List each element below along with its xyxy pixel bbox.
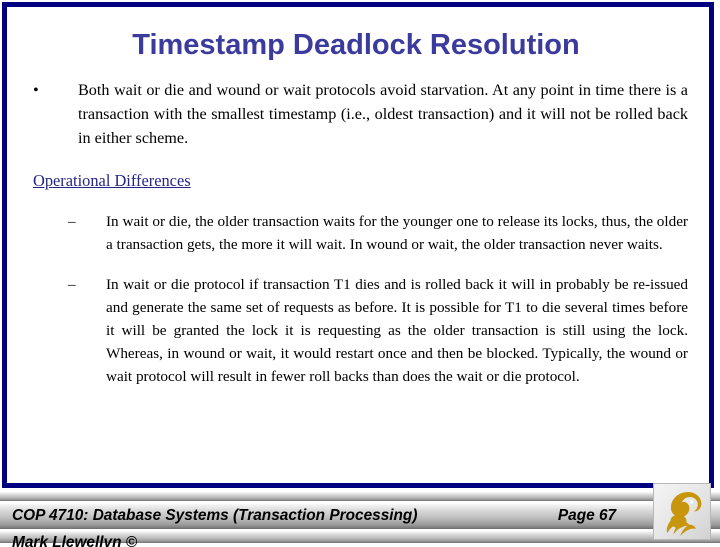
ucf-pegasus-logo [653, 483, 711, 540]
dash-marker-icon: – [68, 276, 76, 293]
footer-band-top [0, 492, 720, 501]
footer-author-label: Mark Llewellyn © [12, 534, 138, 547]
slide-footer: COP 4710: Database Systems (Transaction … [0, 489, 720, 547]
page-title: Timestamp Deadlock Resolution [132, 29, 580, 61]
sub-bullet-item-1: – In wait or die, the older transaction w… [0, 210, 712, 256]
bullet-marker-icon: • [33, 81, 39, 99]
bullet-text: Both wait or die and wound or wait proto… [78, 81, 688, 147]
sub-bullet-text: In wait or die, the older transaction wa… [106, 213, 688, 253]
bullet-item-primary: • Both wait or die and wound or wait prot… [0, 78, 712, 150]
slide-body: • Both wait or die and wound or wait prot… [0, 78, 712, 388]
footer-page-number: Page 67 [557, 507, 617, 524]
sub-bullet-text: In wait or die protocol if transaction T… [106, 276, 688, 385]
sub-bullet-item-2: – In wait or die protocol if transaction … [0, 273, 712, 388]
dash-marker-icon: – [68, 213, 76, 230]
section-heading: Operational Differences [0, 169, 712, 193]
section-heading-label: Operational Differences [33, 171, 191, 190]
